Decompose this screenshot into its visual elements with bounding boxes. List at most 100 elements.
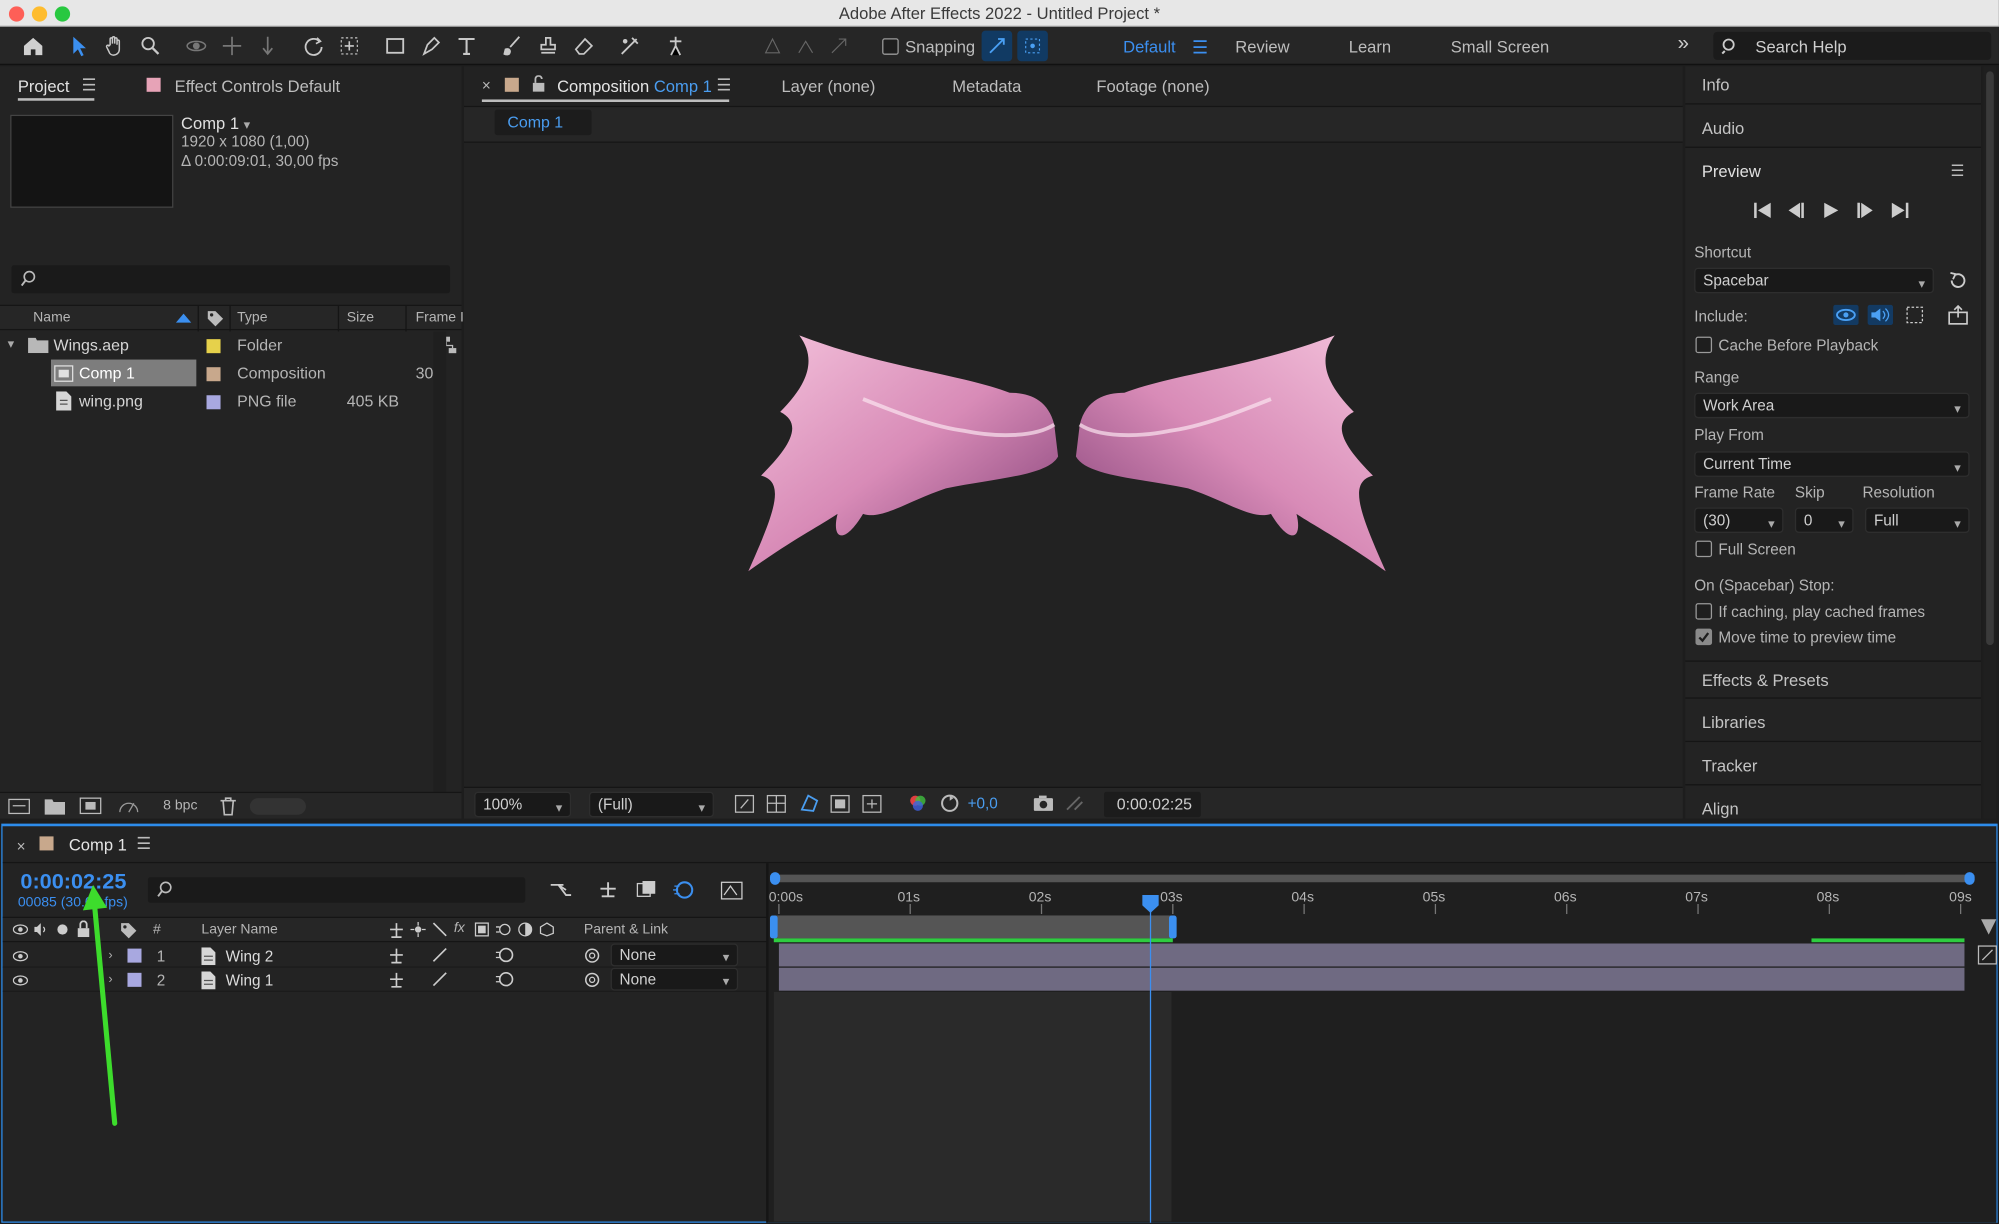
eye-icon[interactable] <box>12 974 29 987</box>
tab-layer[interactable]: Layer (none) <box>781 77 875 96</box>
axis-local-icon[interactable] <box>757 31 788 62</box>
list-item[interactable]: ▾ Wings.aep Folder <box>0 332 433 360</box>
shy-icon[interactable] <box>388 922 406 939</box>
eye-icon[interactable] <box>12 923 29 936</box>
timeline-tab[interactable]: Comp 1 <box>69 835 127 854</box>
include-overlays-icon[interactable] <box>1905 305 1925 325</box>
new-composition-icon[interactable] <box>79 797 102 815</box>
zoom-dropdown[interactable]: 100% ▾ <box>474 791 572 818</box>
full-screen-checkbox[interactable] <box>1695 540 1713 558</box>
sort-ascending-icon[interactable] <box>175 313 192 323</box>
label-color-swatch[interactable] <box>206 339 221 354</box>
frame-rate-dropdown[interactable]: (30) ▾ <box>1694 507 1784 533</box>
minimize-window-button[interactable] <box>31 6 48 22</box>
work-area-end[interactable] <box>1168 915 1177 939</box>
timeline-graph-area[interactable]: 0:00s 01s 02s 03s 04s 05s 06s 07s 08s 09… <box>768 863 1997 1223</box>
collapse-transform-icon[interactable] <box>410 921 426 938</box>
effects-fx-icon[interactable]: fx <box>454 921 465 936</box>
resolution-dropdown[interactable]: Full ▾ <box>1865 507 1970 533</box>
snapping-checkbox[interactable] <box>882 38 899 55</box>
col-type[interactable]: Type <box>237 310 267 325</box>
thumb-comp-name[interactable]: Comp 1 ▾ <box>181 113 250 132</box>
motion-blur-layer-icon[interactable] <box>495 946 514 964</box>
new-folder-icon[interactable] <box>44 798 66 815</box>
tab-project[interactable]: Project <box>18 77 70 96</box>
reset-exposure-icon[interactable] <box>940 793 960 813</box>
layer-name[interactable]: Wing 1 <box>226 972 274 990</box>
tab-footage[interactable]: Footage (none) <box>1096 77 1209 96</box>
preview-panel-header[interactable]: Preview <box>1685 153 1981 191</box>
audio-panel-header[interactable]: Audio <box>1685 110 1982 148</box>
brush-tool-icon[interactable] <box>497 31 528 62</box>
comp-mini-flowchart-icon[interactable] <box>548 880 573 900</box>
adjustment-layer-icon[interactable] <box>518 922 533 937</box>
range-dropdown[interactable]: Work Area ▾ <box>1694 392 1970 419</box>
pen-tool-icon[interactable] <box>416 31 447 62</box>
col-name[interactable]: Name <box>33 310 70 325</box>
layer-search-input[interactable] <box>147 877 526 903</box>
mask-visibility-icon[interactable] <box>798 793 820 813</box>
pan-tool-icon[interactable] <box>217 31 248 62</box>
viewer-timecode[interactable]: 0:00:02:25 <box>1103 791 1201 818</box>
layer-name[interactable]: Wing 2 <box>226 947 274 965</box>
speaker-icon[interactable] <box>33 922 48 937</box>
project-search-input[interactable] <box>11 265 451 294</box>
clone-stamp-tool-icon[interactable] <box>533 31 564 62</box>
exposure-value[interactable]: +0,0 <box>968 794 998 812</box>
shy-icon[interactable] <box>388 947 406 964</box>
roto-brush-tool-icon[interactable] <box>614 31 645 62</box>
tab-composition[interactable]: Composition Comp 1 <box>557 77 712 96</box>
motion-blur-layer-icon[interactable] <box>495 970 514 988</box>
grid-guides-icon[interactable] <box>862 794 882 813</box>
show-snapshot-icon[interactable] <box>1064 794 1084 812</box>
text-tool-icon[interactable] <box>451 31 482 62</box>
snap-features-icon[interactable] <box>1017 30 1048 62</box>
include-audio-icon[interactable] <box>1867 304 1894 326</box>
more-workspaces-icon[interactable]: » <box>1678 33 1689 56</box>
effects-presets-header[interactable]: Effects & Presets <box>1685 660 1982 699</box>
3d-layer-icon[interactable] <box>539 922 554 937</box>
list-item[interactable]: Comp 1 Composition 30 <box>0 359 433 388</box>
thumbnail-transparency-toggle[interactable] <box>249 798 306 815</box>
graph-editor-icon[interactable] <box>720 878 743 901</box>
col-size[interactable]: Size <box>347 310 374 325</box>
close-window-button[interactable] <box>8 6 25 22</box>
layer-bar[interactable] <box>778 943 1965 967</box>
previous-frame-icon[interactable] <box>1786 201 1806 219</box>
close-tab-icon[interactable]: × <box>482 77 491 95</box>
right-panel-scrollbar[interactable] <box>1983 66 1997 819</box>
pick-whip-icon[interactable] <box>584 947 601 964</box>
close-tab-icon[interactable]: × <box>17 838 26 856</box>
info-panel-header[interactable]: Info <box>1685 66 1982 105</box>
play-from-dropdown[interactable]: Current Time ▾ <box>1694 451 1970 477</box>
project-settings-icon[interactable] <box>117 797 140 815</box>
puppet-tool-icon[interactable] <box>660 31 691 62</box>
workspace-review[interactable]: Review <box>1235 37 1289 56</box>
libraries-header[interactable]: Libraries <box>1685 704 1982 743</box>
shortcut-dropdown[interactable]: Spacebar ▾ <box>1694 267 1934 294</box>
move-time-checkbox[interactable] <box>1695 628 1713 646</box>
rotation-tool-icon[interactable] <box>298 31 329 62</box>
skip-dropdown[interactable]: 0 ▾ <box>1794 507 1854 533</box>
selection-tool-icon[interactable] <box>64 31 95 62</box>
axis-world-icon[interactable] <box>790 31 821 62</box>
rectangle-tool-icon[interactable] <box>380 31 411 62</box>
fast-previews-icon[interactable] <box>734 794 755 813</box>
solo-icon[interactable] <box>57 924 68 935</box>
shy-icon[interactable] <box>388 972 406 989</box>
next-frame-icon[interactable] <box>1855 201 1875 219</box>
workspace-menu-icon[interactable]: ☰ <box>1192 37 1208 59</box>
label-color-swatch[interactable] <box>206 367 221 382</box>
transparency-grid-icon[interactable] <box>766 794 786 813</box>
last-frame-icon[interactable] <box>1889 201 1909 219</box>
axis-view-icon[interactable] <box>824 31 855 62</box>
bit-depth-button[interactable]: 8 bpc <box>163 798 197 813</box>
eye-icon[interactable] <box>12 950 29 963</box>
include-external-icon[interactable] <box>1948 304 1968 325</box>
workspace-learn[interactable]: Learn <box>1349 37 1391 56</box>
region-of-interest-icon[interactable] <box>830 794 850 813</box>
play-icon[interactable] <box>1822 201 1840 219</box>
quality-icon[interactable] <box>432 947 447 962</box>
zoom-tool-icon[interactable] <box>135 31 166 62</box>
timeline-menu-icon[interactable]: ☰ <box>136 834 151 854</box>
